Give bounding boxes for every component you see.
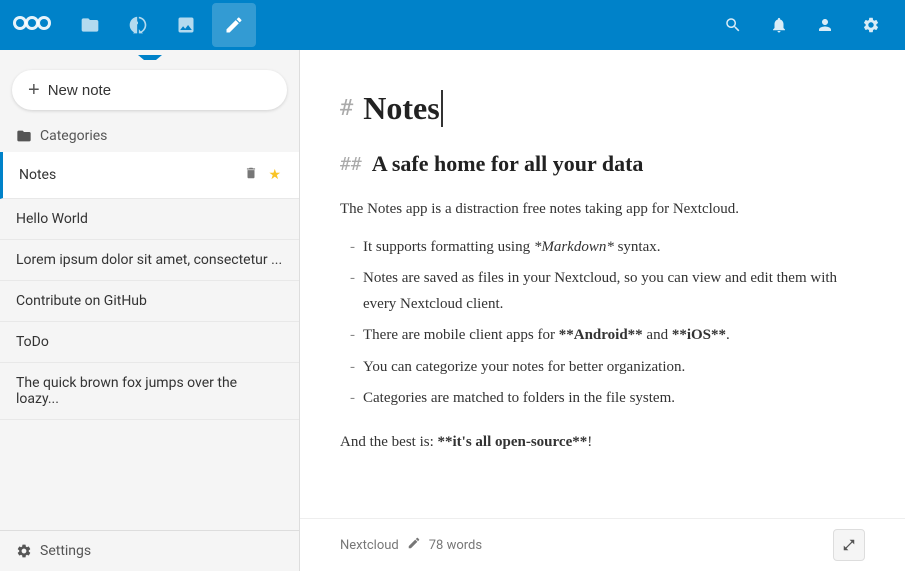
h1-prefix: # <box>340 96 353 121</box>
notes-list: Notes ★ Hello World Lorem ipsum dolor si… <box>0 152 299 530</box>
h2-prefix: ## <box>340 154 362 175</box>
notifications-icon[interactable] <box>757 3 801 47</box>
delete-icon[interactable] <box>242 164 260 186</box>
topbar <box>0 0 905 50</box>
notes-nav-icon[interactable] <box>212 3 256 47</box>
closing-paragraph: And the best is: **it's all open-source*… <box>340 430 845 456</box>
editor-area[interactable]: # Notes ## A safe home for all your data… <box>300 50 905 518</box>
h2-text: A safe home for all your data <box>372 151 644 177</box>
list-item-4: - You can categorize your notes for bett… <box>340 355 845 381</box>
note-item-lorem[interactable]: Lorem ipsum dolor sit amet, consectetur … <box>0 240 299 281</box>
list-item-1: - It supports formatting using *Markdown… <box>340 235 845 261</box>
new-note-label: New note <box>48 82 111 99</box>
content-area: # Notes ## A safe home for all your data… <box>300 50 905 571</box>
search-icon[interactable] <box>711 3 755 47</box>
settings-label: Settings <box>40 543 91 559</box>
star-icon[interactable]: ★ <box>266 165 283 185</box>
categories-label: Categories <box>40 128 107 144</box>
settings-icon <box>16 543 32 559</box>
footer-left: Nextcloud 78 words <box>340 536 482 554</box>
sidebar: + New note Categories Notes ★ Hello Worl… <box>0 50 300 571</box>
note-item-name: Lorem ipsum dolor sit amet, consectetur … <box>16 252 282 268</box>
intro-paragraph: The Notes app is a distraction free note… <box>340 197 845 223</box>
h1-text: Notes <box>363 90 442 127</box>
note-item-name: ToDo <box>16 334 49 350</box>
plus-icon: + <box>28 80 40 100</box>
editor-footer: Nextcloud 78 words <box>300 518 905 571</box>
list-item-3: - There are mobile client apps for **And… <box>340 323 845 349</box>
main-layout: + New note Categories Notes ★ Hello Worl… <box>0 50 905 571</box>
note-item-name: Hello World <box>16 211 88 227</box>
editor-body: The Notes app is a distraction free note… <box>340 197 845 455</box>
list-item-5: - Categories are matched to folders in t… <box>340 386 845 412</box>
account-icon[interactable] <box>803 3 847 47</box>
folder-icon <box>16 128 32 144</box>
note-item-name: Notes <box>19 167 56 183</box>
activity-nav-icon[interactable] <box>116 3 160 47</box>
edit-icon[interactable] <box>407 536 421 554</box>
h2-heading: ## A safe home for all your data <box>340 151 845 177</box>
categories-item[interactable]: Categories <box>0 120 299 152</box>
topbar-right <box>711 3 893 47</box>
footer-author: Nextcloud <box>340 538 399 553</box>
photos-nav-icon[interactable] <box>164 3 208 47</box>
sidebar-indicator <box>0 50 299 60</box>
settings-item[interactable]: Settings <box>0 530 299 571</box>
note-item-name: Contribute on GitHub <box>16 293 147 309</box>
closing-bold: **it's all open-source** <box>438 434 588 450</box>
expand-button[interactable] <box>833 529 865 561</box>
topbar-nav <box>68 3 711 47</box>
h1-heading: # Notes <box>340 90 845 127</box>
footer-word-count: 78 words <box>429 538 482 553</box>
new-note-button[interactable]: + New note <box>12 70 287 110</box>
gear-icon[interactable] <box>849 3 893 47</box>
italic-text: *Markdown* <box>534 239 614 255</box>
note-item-hello-world[interactable]: Hello World <box>0 199 299 240</box>
note-item-todo[interactable]: ToDo <box>0 322 299 363</box>
list-item-2: - Notes are saved as files in your Nextc… <box>340 266 845 317</box>
files-nav-icon[interactable] <box>68 3 112 47</box>
logo <box>12 12 52 38</box>
note-item-fox[interactable]: The quick brown fox jumps over the loazy… <box>0 363 299 420</box>
note-item-notes[interactable]: Notes ★ <box>0 152 299 199</box>
note-item-name: The quick brown fox jumps over the loazy… <box>16 375 283 407</box>
note-item-contribute[interactable]: Contribute on GitHub <box>0 281 299 322</box>
note-item-actions: ★ <box>242 164 283 186</box>
